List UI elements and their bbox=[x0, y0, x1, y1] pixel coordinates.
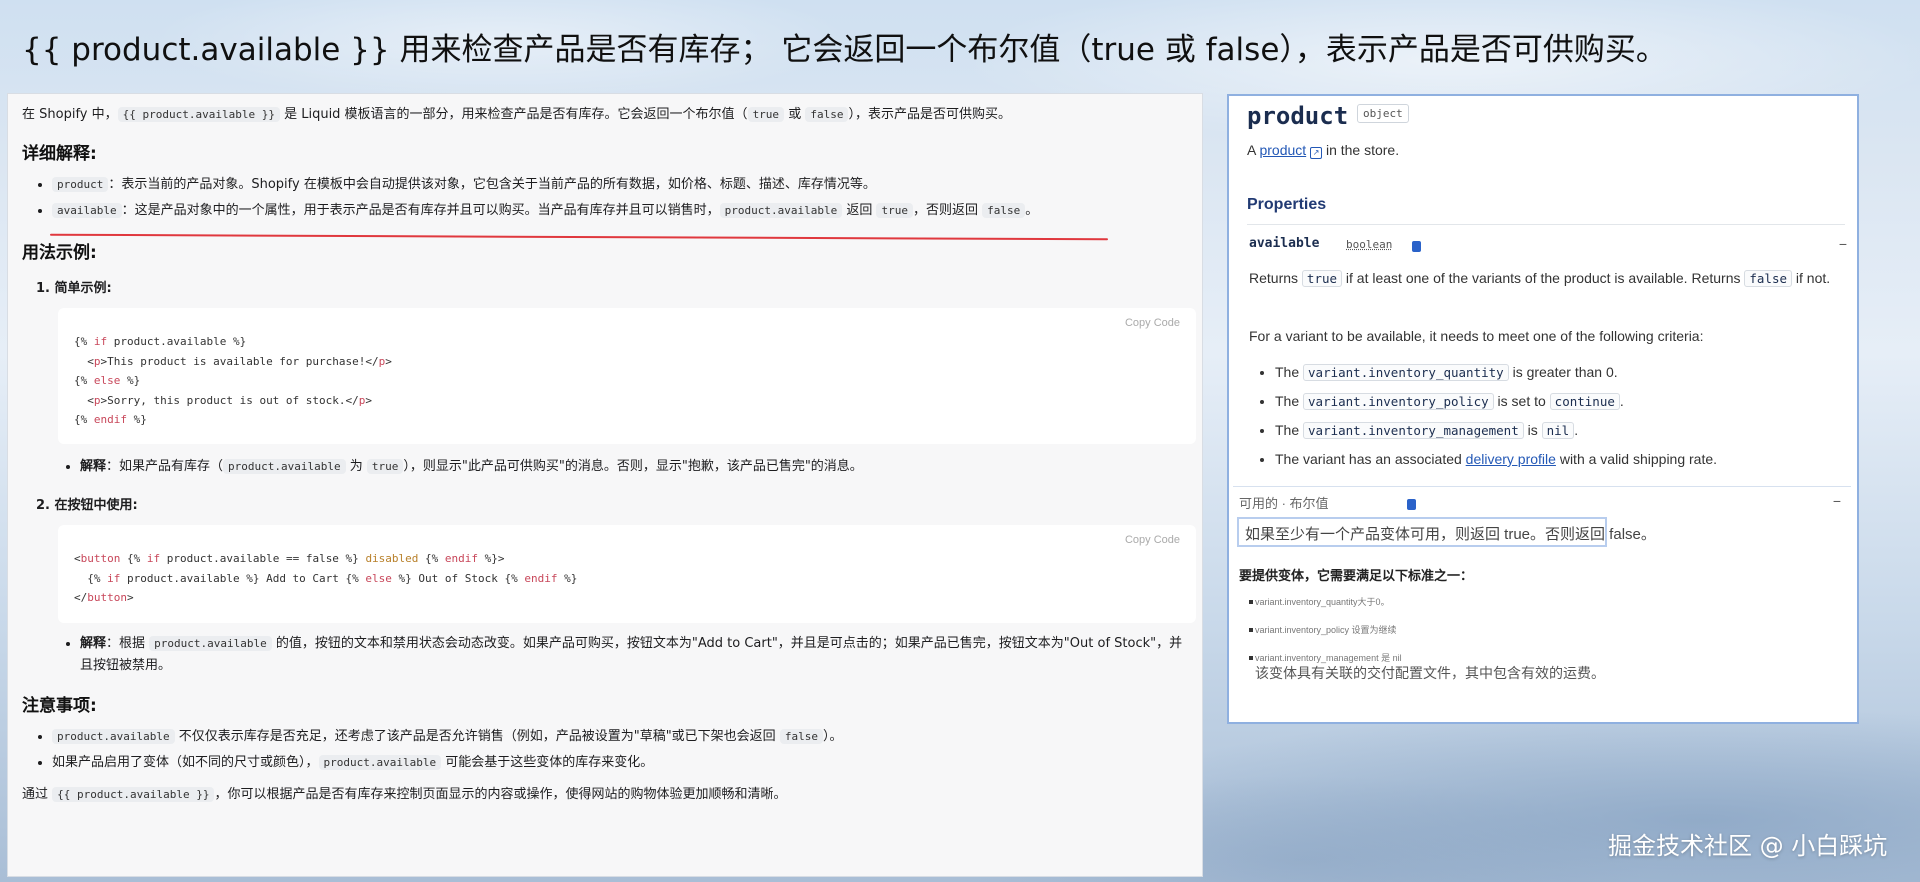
list-item: 解释：如果产品有库存（product.available 为 true），则显示… bbox=[80, 454, 1188, 480]
heading-detail: 详细解释: bbox=[22, 144, 97, 164]
properties-heading: Properties bbox=[1247, 196, 1327, 213]
overlay-item: 该变体具有关联的交付配置文件，其中包含有效的运费。 bbox=[1255, 665, 1605, 681]
overlay-item: variant.inventory_quantity大于0。 bbox=[1249, 597, 1390, 607]
overlay-label: 可用的 · 布尔值 bbox=[1239, 496, 1329, 511]
example2-title: 2. 在按钮中使用: bbox=[36, 498, 138, 513]
intro-paragraph: 在 Shopify 中，{{ product.available }} 是 Li… bbox=[22, 107, 1011, 122]
divider bbox=[1247, 224, 1845, 225]
collapse-button[interactable]: − bbox=[1839, 236, 1847, 252]
example1-title: 1. 简单示例: bbox=[36, 281, 112, 296]
list-item: The variant has an associated delivery p… bbox=[1275, 445, 1717, 473]
property-name: available bbox=[1249, 236, 1320, 251]
list-item: 如果产品启用了变体（如不同的尺寸或颜色），product.available 可… bbox=[52, 750, 1188, 776]
criteria-list: The variant.inventory_quantity is greate… bbox=[1255, 358, 1717, 473]
overlay-item: variant.inventory_policy 设置为继续 bbox=[1249, 625, 1397, 635]
clipboard-icon[interactable] bbox=[1412, 241, 1421, 252]
list-item: The variant.inventory_policy is set to c… bbox=[1275, 387, 1717, 416]
heading-notes: 注意事项: bbox=[22, 696, 97, 716]
code-block-2[interactable]: Copy Code <button {% if product.availabl… bbox=[58, 525, 1196, 623]
delivery-profile-link[interactable]: delivery profile bbox=[1466, 451, 1556, 467]
collapse-button[interactable]: − bbox=[1833, 493, 1841, 509]
list-item: product.available 不仅仅表示库存是否充足，还考虑了该产品是否允… bbox=[52, 724, 1188, 750]
product-link[interactable]: product bbox=[1259, 142, 1306, 158]
list-item: The variant.inventory_management is nil. bbox=[1275, 416, 1717, 445]
list-item: product：表示当前的产品对象。Shopify 在模板中会自动提供该对象，它… bbox=[52, 172, 1188, 198]
translated-description: 如果至少有一个产品变体可用，则返回 true。否则返回 false。 bbox=[1237, 517, 1656, 547]
object-tag: object bbox=[1357, 104, 1409, 123]
notes-list: product.available 不仅仅表示库存是否充足，还考虑了该产品是否允… bbox=[22, 724, 1188, 776]
external-link-icon[interactable]: ↗ bbox=[1310, 147, 1323, 159]
object-description: A product ↗ in the store. bbox=[1247, 142, 1400, 159]
copy-code-button[interactable]: Copy Code bbox=[1125, 531, 1180, 551]
clipboard-icon[interactable] bbox=[1407, 499, 1416, 510]
translation-overlay: 可用的 · 布尔值 − 如果至少有一个产品变体可用，则返回 true。否则返回 … bbox=[1233, 486, 1851, 722]
property-description: Returns true if at least one of the vari… bbox=[1249, 270, 1831, 287]
example2-explanation: 解释：根据 product.available 的值，按钮的文本和禁用状态会动态… bbox=[22, 633, 1188, 677]
page-headline: {{ product.available }} 用来检查产品是否有库存； 它会返… bbox=[22, 32, 1667, 68]
outro-paragraph: 通过 {{ product.available }} ，你可以根据产品是否有库存来… bbox=[22, 787, 787, 802]
list-item: available：这是产品对象中的一个属性，用于表示产品是否有库存并且可以购买… bbox=[52, 198, 1188, 224]
shopify-docs-panel: product object A product ↗ in the store.… bbox=[1227, 94, 1859, 724]
copy-code-button[interactable]: Copy Code bbox=[1125, 314, 1180, 334]
list-item: The variant.inventory_quantity is greate… bbox=[1275, 358, 1717, 387]
property-type-link[interactable]: boolean bbox=[1346, 238, 1392, 251]
code-block-1[interactable]: Copy Code {% if product.available %} <p>… bbox=[58, 308, 1196, 444]
chat-answer-panel: 在 Shopify 中，{{ product.available }} 是 Li… bbox=[7, 93, 1203, 877]
example1-explanation: 解释：如果产品有库存（product.available 为 true），则显示… bbox=[22, 454, 1188, 480]
heading-usage: 用法示例: bbox=[22, 243, 97, 263]
list-item: 解释：根据 product.available 的值，按钮的文本和禁用状态会动态… bbox=[80, 633, 1188, 677]
watermark: 掘金技术社区 @ 小白踩坑 bbox=[1608, 832, 1888, 860]
detail-list: product：表示当前的产品对象。Shopify 在模板中会自动提供该对象，它… bbox=[22, 172, 1188, 224]
criteria-intro: For a variant to be available, it needs … bbox=[1249, 328, 1704, 344]
overlay-heading: 要提供变体，它需要满足以下标准之一： bbox=[1239, 568, 1474, 583]
object-name: product bbox=[1247, 102, 1349, 130]
